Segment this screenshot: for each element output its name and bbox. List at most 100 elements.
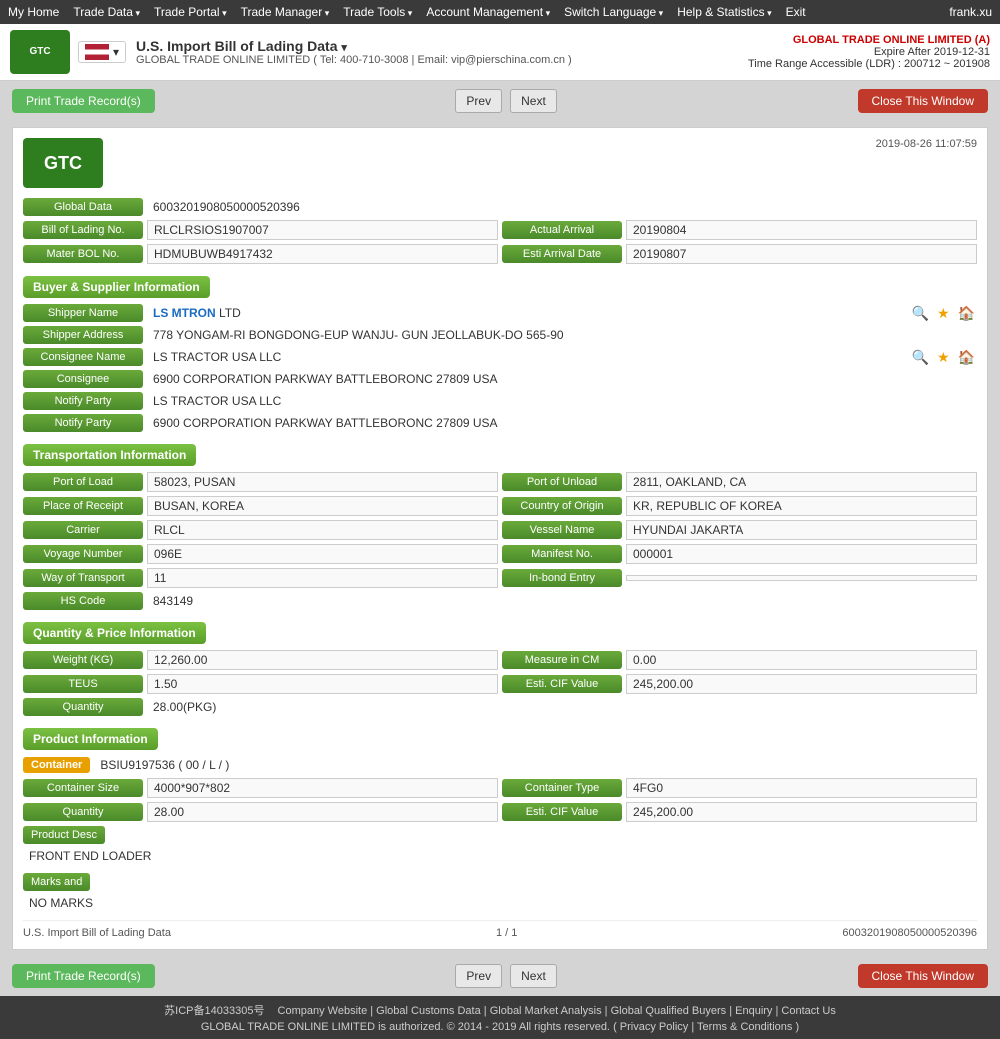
global-data-value: 6003201908050000520396: [147, 198, 977, 216]
port-unload-label: Port of Unload: [502, 473, 622, 491]
vessel-name-label: Vessel Name: [502, 521, 622, 539]
footer-terms[interactable]: Terms & Conditions: [697, 1021, 792, 1033]
marks-row: Marks and NO MARKS: [23, 869, 977, 912]
footer-link-market[interactable]: Global Market Analysis: [490, 1005, 602, 1017]
print-button-top[interactable]: Print Trade Record(s): [12, 89, 155, 113]
esti-arrival-label: Esti Arrival Date: [502, 245, 622, 263]
consignee-row: Consignee 6900 CORPORATION PARKWAY BATTL…: [23, 370, 977, 388]
record-footer: U.S. Import Bill of Lading Data 1 / 1 60…: [23, 920, 977, 939]
nav-trade-data[interactable]: Trade Data: [73, 5, 140, 19]
in-bond-value: [626, 575, 977, 581]
logo-text: GTC: [29, 46, 50, 58]
next-button-top[interactable]: Next: [510, 89, 557, 113]
record-timestamp: 2019-08-26 11:07:59: [876, 138, 977, 150]
voyage-label: Voyage Number: [23, 545, 143, 563]
footer-link-contact[interactable]: Contact Us: [781, 1005, 835, 1017]
footer-link-company[interactable]: Company Website: [278, 1005, 368, 1017]
way-transport-label: Way of Transport: [23, 569, 143, 587]
record-header: GTC 2019-08-26 11:07:59: [23, 138, 977, 188]
bol-value: RLCLRSIOS1907007: [147, 220, 498, 240]
quantity-row: Quantity 28.00(PKG): [23, 698, 977, 716]
notify-party-2-value: 6900 CORPORATION PARKWAY BATTLEBORONC 27…: [147, 414, 977, 432]
shipper-home-icon[interactable]: 🏠: [956, 305, 977, 322]
next-button-bottom[interactable]: Next: [510, 964, 557, 988]
consignee-home-icon[interactable]: 🏠: [956, 349, 977, 366]
nav-my-home[interactable]: My Home: [8, 5, 59, 19]
footer-link-enquiry[interactable]: Enquiry: [735, 1005, 772, 1017]
company-logo: GTC: [10, 30, 70, 74]
consignee-search-icon[interactable]: 🔍: [910, 349, 931, 366]
product-quantity-value: 28.00: [147, 802, 498, 822]
footer-copyright: GLOBAL TRADE ONLINE LIMITED is authorize…: [6, 1021, 994, 1033]
country-origin-value: KR, REPUBLIC OF KOREA: [626, 496, 977, 516]
place-receipt-row: Place of Receipt BUSAN, KOREA Country of…: [23, 496, 977, 516]
product-title: Product Information: [23, 728, 158, 750]
manifest-label: Manifest No.: [502, 545, 622, 563]
marks-label: Marks and: [23, 873, 90, 891]
language-selector[interactable]: ▾: [78, 41, 126, 63]
product-desc-row: Product Desc FRONT END LOADER: [23, 826, 977, 865]
close-button-top[interactable]: Close This Window: [858, 89, 988, 113]
page-title: U.S. Import Bill of Lading Data ▾: [136, 38, 748, 54]
measure-cm-label: Measure in CM: [502, 651, 622, 669]
footer-link-buyers[interactable]: Global Qualified Buyers: [611, 1005, 727, 1017]
shipper-name-label: Shipper Name: [23, 304, 143, 322]
header-bar: GTC ▾ U.S. Import Bill of Lading Data ▾ …: [0, 24, 1000, 81]
user-name: frank.xu: [949, 5, 992, 19]
global-data-row: Global Data 6003201908050000520396: [23, 198, 977, 216]
print-button-bottom[interactable]: Print Trade Record(s): [12, 964, 155, 988]
port-load-row: Port of Load 58023, PUSAN Port of Unload…: [23, 472, 977, 492]
consignee-value: 6900 CORPORATION PARKWAY BATTLEBORONC 27…: [147, 370, 977, 388]
carrier-label: Carrier: [23, 521, 143, 539]
product-section: Product Information Container BSIU919753…: [23, 720, 977, 912]
consignee-name-label: Consignee Name: [23, 348, 143, 366]
nav-switch-language[interactable]: Switch Language: [564, 5, 663, 19]
product-esti-cif-label: Esti. CIF Value: [502, 803, 622, 821]
footer-privacy[interactable]: Privacy Policy: [620, 1021, 688, 1033]
container-size-value: 4000*907*802: [147, 778, 498, 798]
container-value: BSIU9197536 ( 00 / L / ): [94, 756, 977, 774]
product-quantity-label: Quantity: [23, 803, 143, 821]
shipper-name-value: LS MTRON LTD: [147, 304, 906, 322]
shipper-address-label: Shipper Address: [23, 326, 143, 344]
nav-trade-manager[interactable]: Trade Manager: [241, 5, 330, 19]
nav-exit[interactable]: Exit: [786, 5, 806, 19]
time-range: Time Range Accessible (LDR) : 200712 ~ 2…: [748, 58, 990, 70]
record-footer-page: 1 / 1: [496, 927, 517, 939]
product-esti-cif-value: 245,200.00: [626, 802, 977, 822]
shipper-address-row: Shipper Address 778 YONGAM-RI BONGDONG-E…: [23, 326, 977, 344]
transportation-section: Transportation Information Port of Load …: [23, 436, 977, 610]
container-type-label: Container Type: [502, 779, 622, 797]
consignee-star-icon[interactable]: ★: [935, 349, 952, 366]
country-origin-label: Country of Origin: [502, 497, 622, 515]
prev-button-top[interactable]: Prev: [455, 89, 502, 113]
prev-button-bottom[interactable]: Prev: [455, 964, 502, 988]
record-footer-left: U.S. Import Bill of Lading Data: [23, 927, 171, 939]
footer-link-customs[interactable]: Global Customs Data: [376, 1005, 481, 1017]
nav-help-statistics[interactable]: Help & Statistics: [677, 5, 771, 19]
vessel-name-value: HYUNDAI JAKARTA: [626, 520, 977, 540]
close-button-bottom[interactable]: Close This Window: [858, 964, 988, 988]
notify-party-1-label: Notify Party: [23, 392, 143, 410]
way-transport-value: 11: [147, 568, 498, 588]
hs-code-label: HS Code: [23, 592, 143, 610]
quantity-label: Quantity: [23, 698, 143, 716]
teus-value: 1.50: [147, 674, 498, 694]
shipper-star-icon[interactable]: ★: [935, 305, 952, 322]
shipper-name-row: Shipper Name LS MTRON LTD 🔍 ★ 🏠: [23, 304, 977, 322]
nav-trade-portal[interactable]: Trade Portal: [154, 5, 227, 19]
mater-bol-value: HDMUBUWB4917432: [147, 244, 498, 264]
nav-account-management[interactable]: Account Management: [426, 5, 550, 19]
consignee-label: Consignee: [23, 370, 143, 388]
notify-party-2-label: Notify Party: [23, 414, 143, 432]
hs-code-value: 843149: [147, 592, 977, 610]
nav-trade-tools[interactable]: Trade Tools: [343, 5, 412, 19]
port-load-label: Port of Load: [23, 473, 143, 491]
place-receipt-label: Place of Receipt: [23, 497, 143, 515]
title-dropdown-icon[interactable]: ▾: [341, 42, 347, 54]
container-size-label: Container Size: [23, 779, 143, 797]
port-unload-value: 2811, OAKLAND, CA: [626, 472, 977, 492]
shipper-rest: LTD: [216, 306, 241, 320]
hs-code-row: HS Code 843149: [23, 592, 977, 610]
shipper-search-icon[interactable]: 🔍: [910, 305, 931, 322]
